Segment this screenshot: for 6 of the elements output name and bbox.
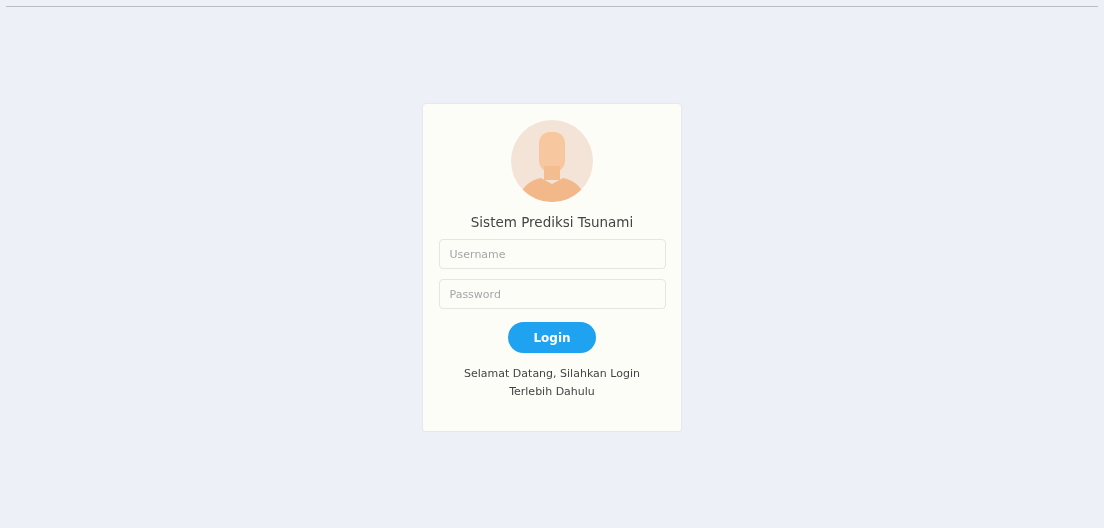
- password-field[interactable]: Password: [438, 279, 666, 309]
- login-button[interactable]: Login: [508, 322, 596, 353]
- app-title: Sistem Prediksi Tsunami: [470, 214, 634, 230]
- username-field[interactable]: Username: [438, 239, 666, 269]
- avatar-icon: [511, 120, 593, 202]
- welcome-message: Selamat Datang, Silahkan Login Terlebih Dahulu: [463, 366, 641, 400]
